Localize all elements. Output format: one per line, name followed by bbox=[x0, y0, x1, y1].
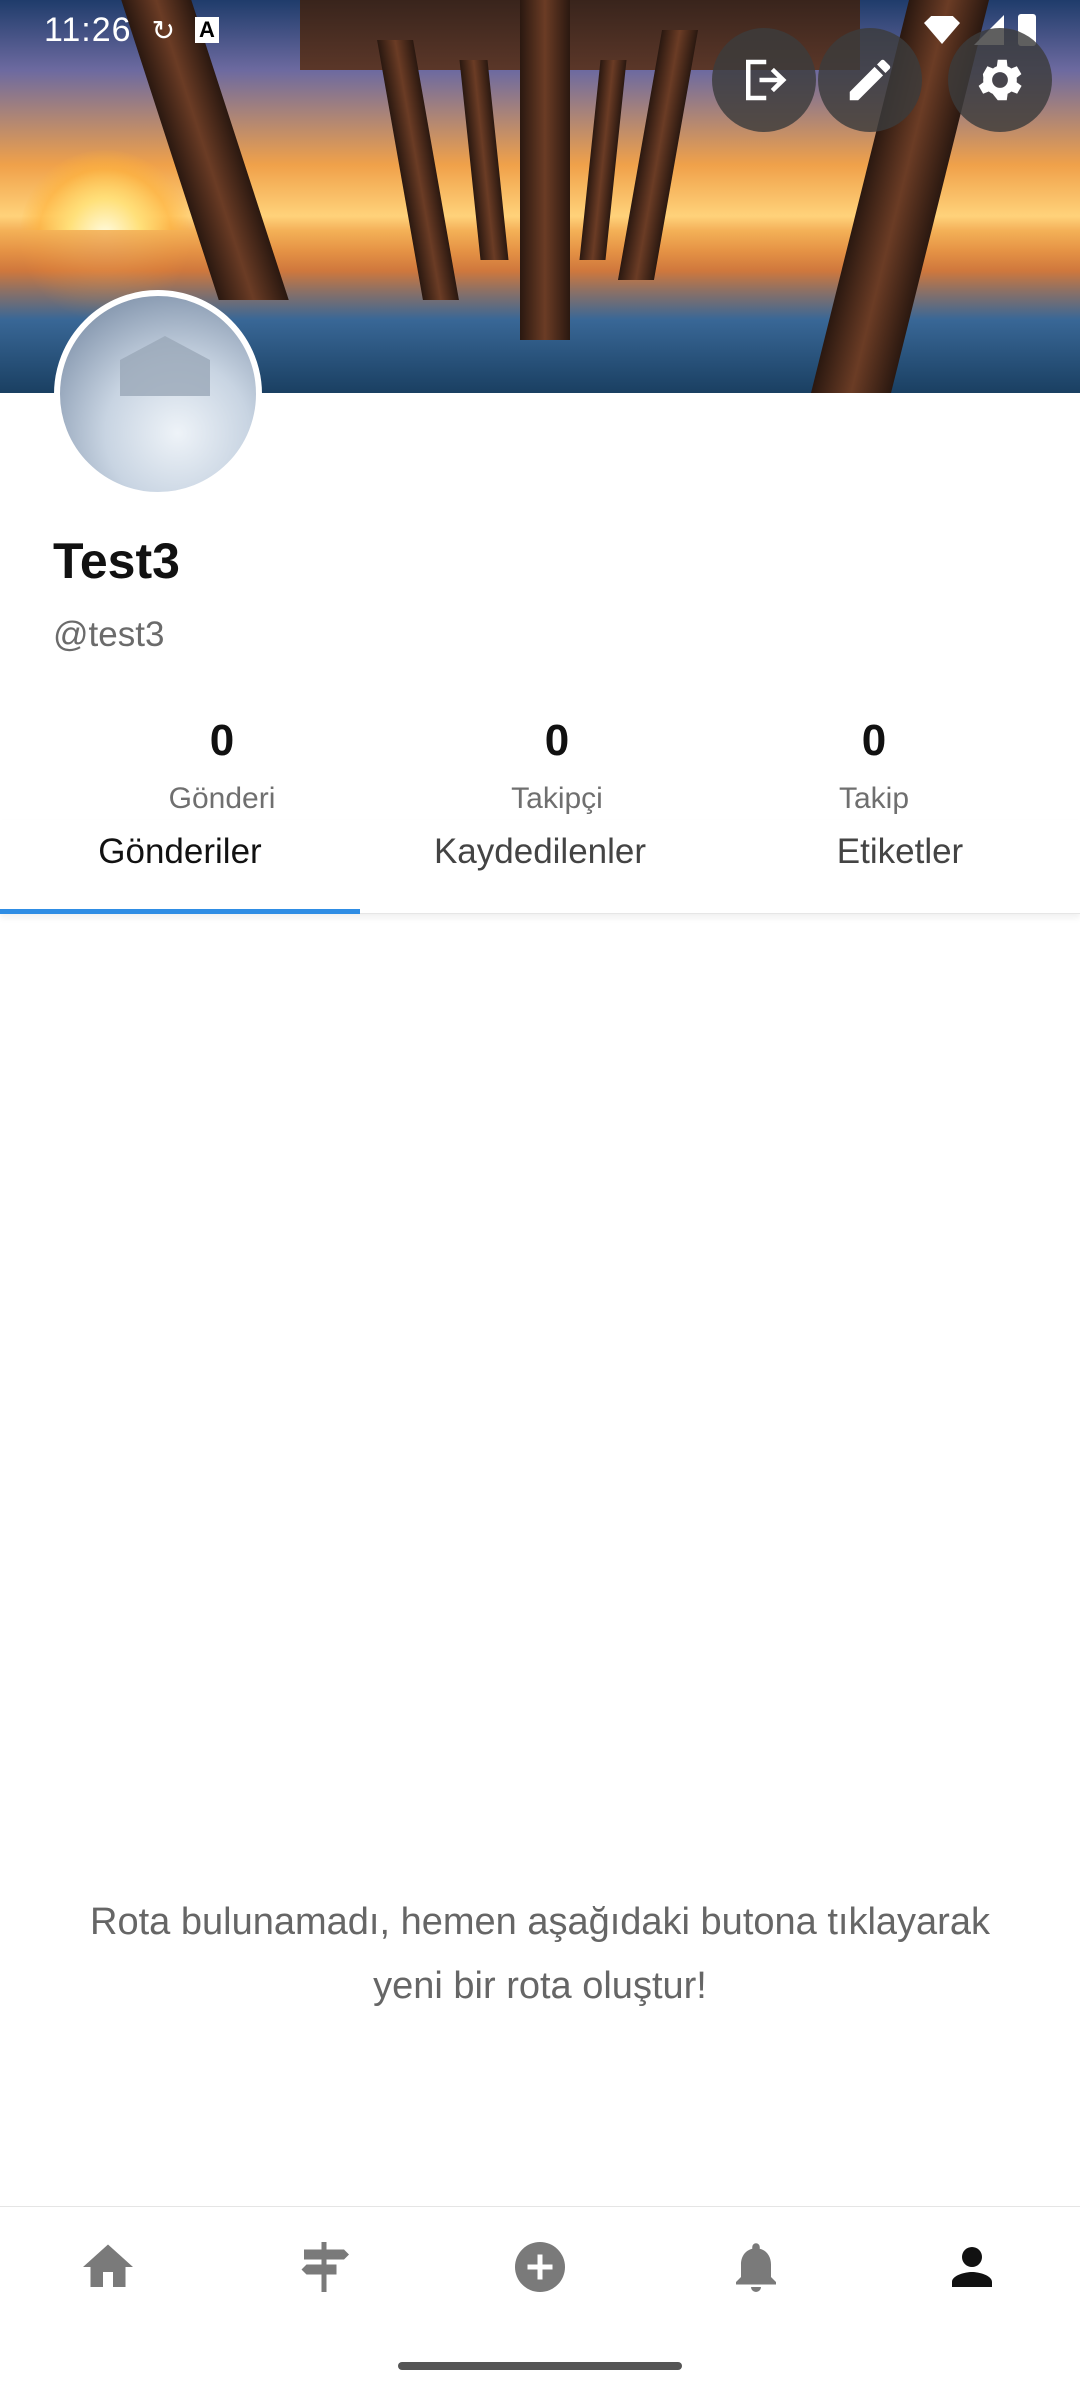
tab-posts[interactable]: Gönderiler bbox=[0, 820, 360, 914]
gear-icon bbox=[978, 59, 1022, 101]
person-icon bbox=[952, 2246, 992, 2287]
nav-notifications[interactable] bbox=[711, 2222, 801, 2312]
stat-followers[interactable]: 0 Takipçi bbox=[457, 716, 657, 816]
bottom-navigation bbox=[0, 2206, 1080, 2326]
logout-button[interactable] bbox=[712, 28, 816, 132]
logout-icon bbox=[746, 59, 787, 101]
signpost-icon bbox=[301, 2241, 349, 2292]
stat-followers-label: Takipçi bbox=[511, 782, 603, 815]
profile-tabs: Gönderiler Kaydedilenler Etiketler bbox=[0, 820, 1080, 914]
empty-state-message: Rota bulunamadı, hemen aşağıdaki butona … bbox=[90, 1901, 990, 2007]
home-indicator[interactable] bbox=[398, 2362, 682, 2370]
profile-handle: @test3 bbox=[53, 615, 165, 654]
tab-tags[interactable]: Etiketler bbox=[720, 820, 1080, 913]
edit-profile-button[interactable] bbox=[818, 28, 922, 132]
stat-following-value: 0 bbox=[861, 716, 887, 765]
stat-posts-label: Gönderi bbox=[168, 782, 276, 815]
stat-following[interactable]: 0 Takip bbox=[774, 716, 974, 816]
tab-saved[interactable]: Kaydedilenler bbox=[360, 820, 720, 913]
avatar[interactable] bbox=[54, 290, 262, 498]
status-time: 11:26 bbox=[44, 10, 132, 49]
wifi-icon bbox=[924, 16, 960, 44]
settings-button[interactable] bbox=[948, 28, 1052, 132]
nav-routes[interactable] bbox=[279, 2222, 369, 2312]
font-indicator-icon: A bbox=[195, 17, 219, 43]
bell-icon bbox=[736, 2242, 776, 2292]
profile-display-name: Test3 bbox=[53, 533, 180, 589]
stat-following-label: Takip bbox=[838, 782, 910, 815]
tab-saved-label: Kaydedilenler bbox=[433, 832, 647, 871]
plus-circle-icon bbox=[515, 2241, 565, 2292]
avatar-image-detail bbox=[120, 336, 210, 396]
nav-profile[interactable] bbox=[927, 2222, 1017, 2312]
stat-posts[interactable]: 0 Gönderi bbox=[122, 716, 322, 816]
nav-create[interactable] bbox=[495, 2222, 585, 2312]
stat-posts-value: 0 bbox=[209, 716, 235, 765]
pencil-icon bbox=[849, 59, 891, 101]
home-icon bbox=[83, 2244, 133, 2287]
tab-tags-label: Etiketler bbox=[836, 832, 964, 871]
nav-home[interactable] bbox=[63, 2222, 153, 2312]
sync-icon: ↻ bbox=[151, 14, 176, 46]
tab-posts-label: Gönderiler bbox=[98, 832, 262, 871]
stat-followers-value: 0 bbox=[544, 716, 570, 765]
status-bar: 11:26 ↻ A bbox=[0, 0, 1080, 60]
